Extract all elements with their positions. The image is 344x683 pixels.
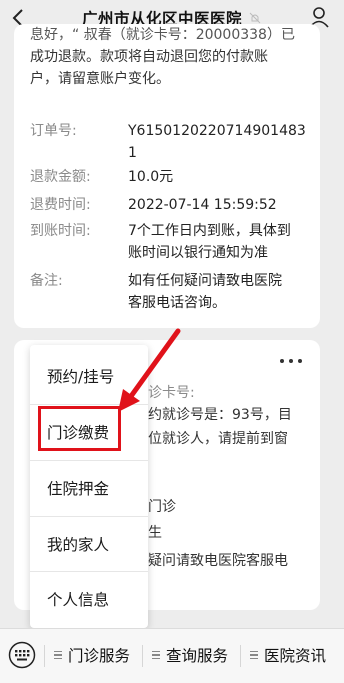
tab-label: 医院资讯: [264, 647, 327, 665]
card-text: 位就诊人，请提前到窗: [148, 431, 288, 447]
notice-line: 户，请留意账户变化。: [30, 71, 170, 87]
tab-divider: [240, 645, 241, 667]
refund-time-label: 退费时间:: [30, 197, 91, 213]
card-text: 疑问请致电医院客服电: [148, 553, 288, 569]
menu-item-personal-info[interactable]: 个人信息: [30, 572, 148, 626]
order-number-line: Y6150120220714901483: [128, 123, 306, 139]
order-number-line: 1: [128, 145, 137, 161]
tab-hospital-news[interactable]: 医院资讯: [250, 643, 326, 667]
arrival-time-label: 到账时间:: [30, 223, 91, 239]
refund-notice: 息好，“ 叔春（就诊卡号：20000338）已 成功退款。款项将自动退回您的付款…: [30, 27, 316, 90]
bottom-menu-bar: 门诊服务 查询服务 医院资讯: [0, 628, 344, 683]
highlight-box: [38, 406, 121, 451]
notice-line: 息好，“ 叔春（就诊卡号：20000338）已: [30, 27, 295, 43]
card-text: 约就诊号是：93号，目: [148, 407, 292, 423]
menu-lines-icon: [54, 649, 62, 662]
remark-label: 备注:: [30, 273, 63, 289]
refund-message-card: 息好，“ 叔春（就诊卡号：20000338）已 成功退款。款项将自动退回您的付款…: [14, 24, 320, 328]
tab-divider: [44, 645, 45, 667]
card-text: 生: [148, 525, 162, 541]
refund-amount-label: 退款金额:: [30, 169, 91, 185]
notice-line: 成功退款。款项将自动退回您的付款账: [30, 49, 268, 65]
refund-amount-value: 10.0元: [128, 169, 174, 185]
more-dots-icon[interactable]: [280, 358, 302, 364]
card-text: 门诊: [148, 499, 176, 515]
menu-item-inpatient-deposit[interactable]: 住院押金: [30, 461, 148, 515]
outpatient-menu-popup: 预约/挂号 门诊缴费 住院押金 我的家人 个人信息: [30, 345, 148, 628]
menu-lines-icon: [152, 649, 160, 662]
menu-item-my-family[interactable]: 我的家人: [30, 517, 148, 571]
tab-label: 门诊服务: [68, 647, 131, 665]
remark-value: 如有任何疑问请致电医院 客服电话咨询。: [128, 270, 308, 314]
mute-bell-icon: [248, 11, 262, 25]
arrival-line: 7个工作日内到账，具体到: [128, 223, 291, 239]
arrival-time-value: 7个工作日内到账，具体到 账时间以银行通知为准: [128, 220, 308, 264]
tab-outpatient-service[interactable]: 门诊服务: [54, 643, 130, 667]
tab-query-service[interactable]: 查询服务: [152, 643, 228, 667]
order-number-label: 订单号:: [30, 123, 77, 139]
tab-label: 查询服务: [166, 647, 229, 665]
menu-item-appointment[interactable]: 预约/挂号: [30, 349, 148, 403]
refund-time-value: 2022-07-14 15:59:52: [128, 197, 277, 213]
card-text: 诊卡号:: [148, 385, 195, 401]
remark-line: 客服电话咨询。: [128, 295, 226, 311]
keyboard-icon[interactable]: [8, 641, 36, 669]
arrival-line: 账时间以银行通知为准: [128, 245, 268, 261]
tab-divider: [142, 645, 143, 667]
order-number-value: Y6150120220714901483 1: [128, 120, 308, 164]
remark-line: 如有任何疑问请致电医院: [128, 273, 282, 289]
menu-lines-icon: [250, 649, 258, 662]
